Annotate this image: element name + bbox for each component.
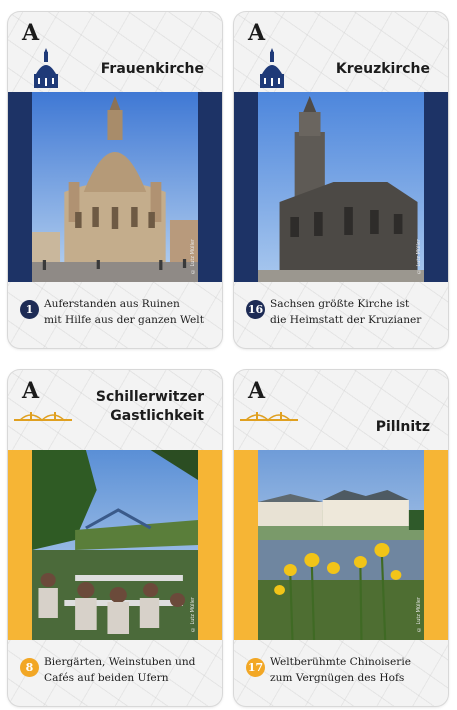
card-number-badge: 8 [20, 658, 39, 677]
photo-copyright: © Lutz Müller [416, 238, 422, 274]
photo-copyright: © Lutz Müller [416, 596, 422, 632]
description-line: die Heimstatt der Kruzianer [270, 314, 422, 326]
card-description: Biergärten, Weinstuben und Cafés auf bei… [44, 654, 216, 686]
title-line: Schillerwitzer [95, 389, 204, 405]
photo-copyright: © Lutz Müller [190, 596, 196, 632]
photo-frame: © Lutz Müller [8, 92, 222, 282]
kreuzkirche-photo: © Lutz Müller [258, 92, 424, 282]
description-line: mit Hilfe aus der ganzen Welt [44, 314, 204, 326]
card-title: Kreuzkirche [335, 61, 430, 77]
photo-copyright: © Lutz Müller [190, 238, 196, 274]
description-line: Biergärten, Weinstuben und [44, 656, 196, 668]
beer-garden-photo: © Lutz Müller [32, 450, 198, 640]
card-description: Sachsen größte Kirche ist die Heimstatt … [270, 296, 442, 328]
frauenkirche-photo: © Lutz Müller [32, 92, 198, 282]
card-title: Frauenkirche [100, 61, 204, 77]
bridge-emblem-icon [14, 412, 72, 422]
card-letter: A [22, 378, 40, 404]
card-kreuzkirche: A Kreuzkirche © Lutz Müller 16 Sachsen g… [234, 12, 448, 348]
pillnitz-photo: © Lutz Müller [258, 450, 424, 640]
card-number-badge: 1 [20, 300, 39, 319]
card-number-badge: 16 [246, 300, 265, 319]
church-emblem-icon [34, 48, 58, 88]
description-line: Sachsen größte Kirche ist [270, 298, 410, 310]
description-line: Cafés auf beiden Ufern [44, 672, 169, 684]
church-emblem-icon [260, 48, 284, 88]
photo-frame: © Lutz Müller [234, 92, 448, 282]
title-line: Gastlichkeit [110, 408, 204, 424]
card-letter: A [22, 20, 40, 46]
description-line: Weltberühmte Chinoiserie [270, 656, 411, 668]
card-letter: A [248, 378, 266, 404]
card-title: Pillnitz [375, 419, 430, 435]
card-letter: A [248, 20, 266, 46]
description-line: Auferstanden aus Ruinen [44, 298, 180, 310]
card-description: Auferstanden aus Ruinen mit Hilfe aus de… [44, 296, 216, 328]
card-description: Weltberühmte Chinoiserie zum Vergnügen d… [270, 654, 442, 686]
description-line: zum Vergnügen des Hofs [270, 672, 405, 684]
card-number-badge: 17 [246, 658, 265, 677]
photo-frame: © Lutz Müller [8, 450, 222, 640]
card-frauenkirche: A Frauenkirche © Lutz Müller 1 Auferstan… [8, 12, 222, 348]
card-schillerwitzer: A Schillerwitzer Gastlichkeit © Lutz Mül… [8, 370, 222, 706]
photo-frame: © Lutz Müller [234, 450, 448, 640]
card-pillnitz: A Pillnitz © Lutz Müller 17 Weltberühmte… [234, 370, 448, 706]
bridge-emblem-icon [240, 412, 298, 422]
card-title: Schillerwitzer Gastlichkeit [96, 388, 204, 426]
